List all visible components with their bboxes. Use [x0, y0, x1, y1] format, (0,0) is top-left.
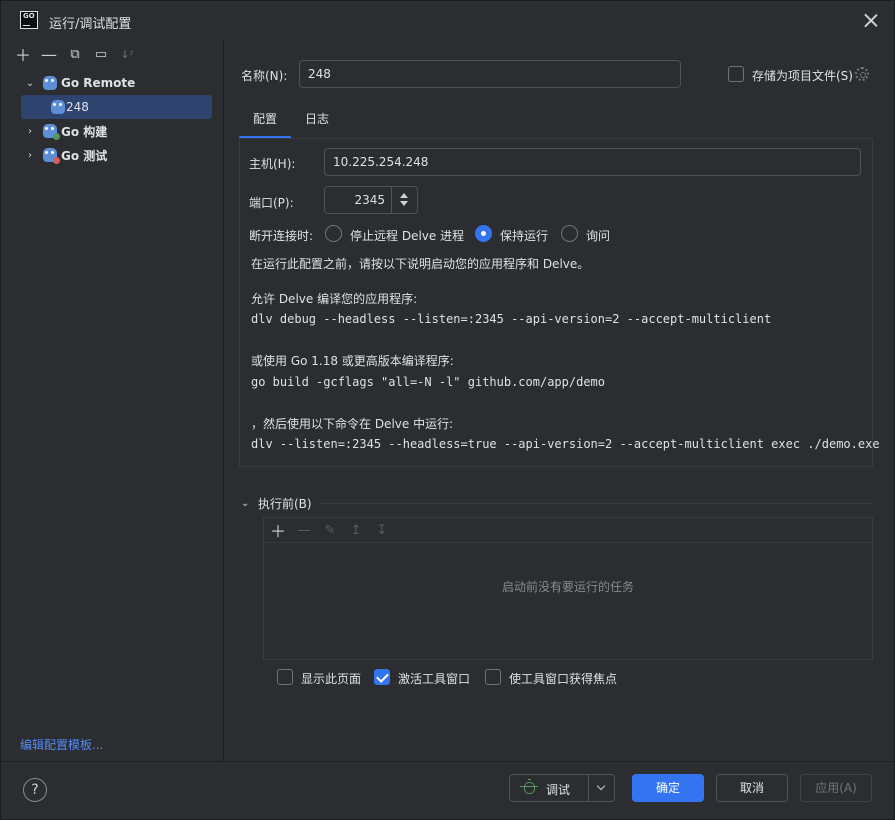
config-tab-content: 主机(H): 10.225.254.248 端口(P): 2345 断开连接时:… — [239, 139, 880, 467]
store-as-project-label: 存储为项目文件(S) — [752, 69, 853, 83]
tab-logs[interactable]: 日志 — [291, 103, 343, 139]
host-label: 主机(H): — [249, 157, 296, 171]
before-launch-label: 执行前(B) — [258, 497, 312, 511]
tree-item-label: Go 测试 — [61, 148, 108, 163]
ok-button[interactable]: 确定 — [632, 774, 704, 802]
focus-tool-window-checkbox[interactable] — [485, 669, 501, 685]
move-up-icon[interactable]: ↥ — [346, 521, 366, 539]
goland-logo-icon: GO — [20, 11, 38, 29]
gopher-icon — [43, 76, 57, 90]
radio-keep-running-label: 保持运行 — [500, 229, 549, 243]
copy-icon[interactable]: ⧉ — [66, 45, 84, 63]
apply-button[interactable]: 应用(A) — [800, 774, 872, 802]
add-icon[interactable]: ＋ — [268, 521, 288, 541]
tree-item-label: 248 — [66, 100, 89, 114]
chevron-right-icon[interactable]: › — [23, 150, 37, 161]
tab-config[interactable]: 配置 — [239, 103, 292, 139]
config-tree: ⌄ Go Remote 248 › Go 构建 › Go 测试 — [8, 71, 224, 167]
step2-title: 或使用 Go 1.18 或更高版本编译程序: — [251, 354, 454, 368]
step3-command: dlv --listen=:2345 --headless=true --api… — [251, 437, 880, 451]
cancel-button[interactable]: 取消 — [716, 774, 788, 802]
dialog-footer: ? 调试 确定 取消 应用(A) — [1, 761, 894, 819]
focus-tool-window-label: 使工具窗口获得焦点 — [509, 672, 618, 686]
tree-item-go-remote[interactable]: ⌄ Go Remote — [8, 71, 224, 95]
config-tree-panel: ＋ — ⧉ ▭ ↓ᶻ ⌄ Go Remote 248 › Go 构建 › Go … — [8, 41, 224, 761]
tree-item-label: Go 构建 — [61, 124, 108, 139]
host-input[interactable]: 10.225.254.248 — [324, 148, 861, 176]
help-button[interactable]: ? — [23, 778, 47, 802]
step1-command: dlv debug --headless --listen=:2345 --ap… — [251, 312, 772, 326]
chevron-down-icon: ⌄ — [241, 498, 250, 509]
window-title: 运行/调试配置 — [49, 17, 132, 32]
debug-button-label: 调试 — [546, 783, 571, 797]
debug-split-button[interactable]: 调试 — [509, 774, 615, 802]
before-launch-tasks: ＋ — ✎ ↥ ↧ 启动前没有要运行的任务 — [263, 517, 873, 660]
new-folder-icon[interactable]: ▭ — [92, 45, 110, 63]
name-label: 名称(N): — [241, 69, 288, 83]
tree-item-go-test[interactable]: › Go 测试 — [8, 143, 224, 167]
radio-ask[interactable] — [561, 225, 578, 242]
activate-tool-window-checkbox[interactable] — [374, 669, 390, 685]
store-as-project-checkbox[interactable] — [728, 66, 744, 82]
add-icon[interactable]: ＋ — [14, 45, 32, 65]
gopher-test-icon — [43, 148, 60, 164]
step2-command: go build -gcflags "all=-N -l" github.com… — [251, 375, 606, 389]
radio-ask-label: 询问 — [586, 229, 611, 243]
edit-config-templates-link[interactable]: 编辑配置模板... — [20, 736, 103, 753]
on-disconnect-label: 断开连接时: — [249, 229, 314, 243]
tree-item-label: Go Remote — [61, 76, 136, 90]
gopher-run-icon — [43, 124, 60, 140]
sort-icon[interactable]: ↓ᶻ — [118, 45, 136, 63]
tree-toolbar: ＋ — ⧉ ▭ ↓ᶻ — [8, 41, 224, 67]
config-editor-panel: 名称(N): 248 存储为项目文件(S) 配置 日志 主机(H): 10.22… — [225, 41, 894, 761]
radio-stop-delve[interactable] — [325, 225, 342, 242]
activate-tool-window-label: 激活工具窗口 — [398, 672, 471, 686]
gear-icon[interactable] — [855, 67, 869, 81]
chevron-right-icon[interactable]: › — [23, 126, 37, 137]
close-icon[interactable] — [864, 13, 878, 27]
radio-stop-delve-label: 停止远程 Delve 进程 — [350, 229, 465, 243]
title-bar: GO 运行/调试配置 — [1, 1, 894, 41]
port-value: 2345 — [354, 193, 385, 207]
run-debug-config-dialog: GO 运行/调试配置 ＋ — ⧉ ▭ ↓ᶻ ⌄ Go Remote 248 › — [0, 0, 895, 820]
step1-title: 允许 Delve 编译您的应用程序: — [251, 292, 418, 306]
port-spinner[interactable]: 2345 — [324, 186, 418, 214]
remove-icon[interactable]: — — [294, 521, 314, 539]
spinner-arrows-icon[interactable] — [391, 187, 417, 213]
config-tabs: 配置 日志 — [239, 103, 343, 139]
instructions-intro: 在运行此配置之前，请按以下说明启动您的应用程序和 Delve。 — [251, 257, 590, 271]
gopher-icon — [51, 100, 65, 114]
edit-icon[interactable]: ✎ — [320, 521, 340, 539]
empty-tasks-text: 启动前没有要运行的任务 — [501, 580, 634, 594]
remove-icon[interactable]: — — [40, 45, 58, 64]
show-page-checkbox[interactable] — [277, 669, 293, 685]
port-label: 端口(P): — [249, 196, 294, 210]
radio-keep-running[interactable] — [475, 225, 492, 242]
tasks-toolbar: ＋ — ✎ ↥ ↧ — [264, 518, 872, 543]
section-divider — [320, 503, 873, 504]
step3-title: ，然后使用以下命令在 Delve 中运行: — [251, 417, 454, 431]
tree-item-go-build[interactable]: › Go 构建 — [8, 119, 224, 143]
tree-item-248[interactable]: 248 — [21, 95, 212, 119]
chevron-down-icon[interactable] — [590, 775, 614, 801]
name-input[interactable]: 248 — [299, 60, 681, 88]
show-page-label: 显示此页面 — [301, 672, 362, 686]
before-launch-header[interactable]: ⌄ 执行前(B) — [241, 495, 312, 512]
move-down-icon[interactable]: ↧ — [372, 521, 392, 539]
chevron-down-icon[interactable]: ⌄ — [23, 78, 37, 89]
split-divider — [588, 775, 589, 801]
bug-icon — [520, 779, 538, 794]
